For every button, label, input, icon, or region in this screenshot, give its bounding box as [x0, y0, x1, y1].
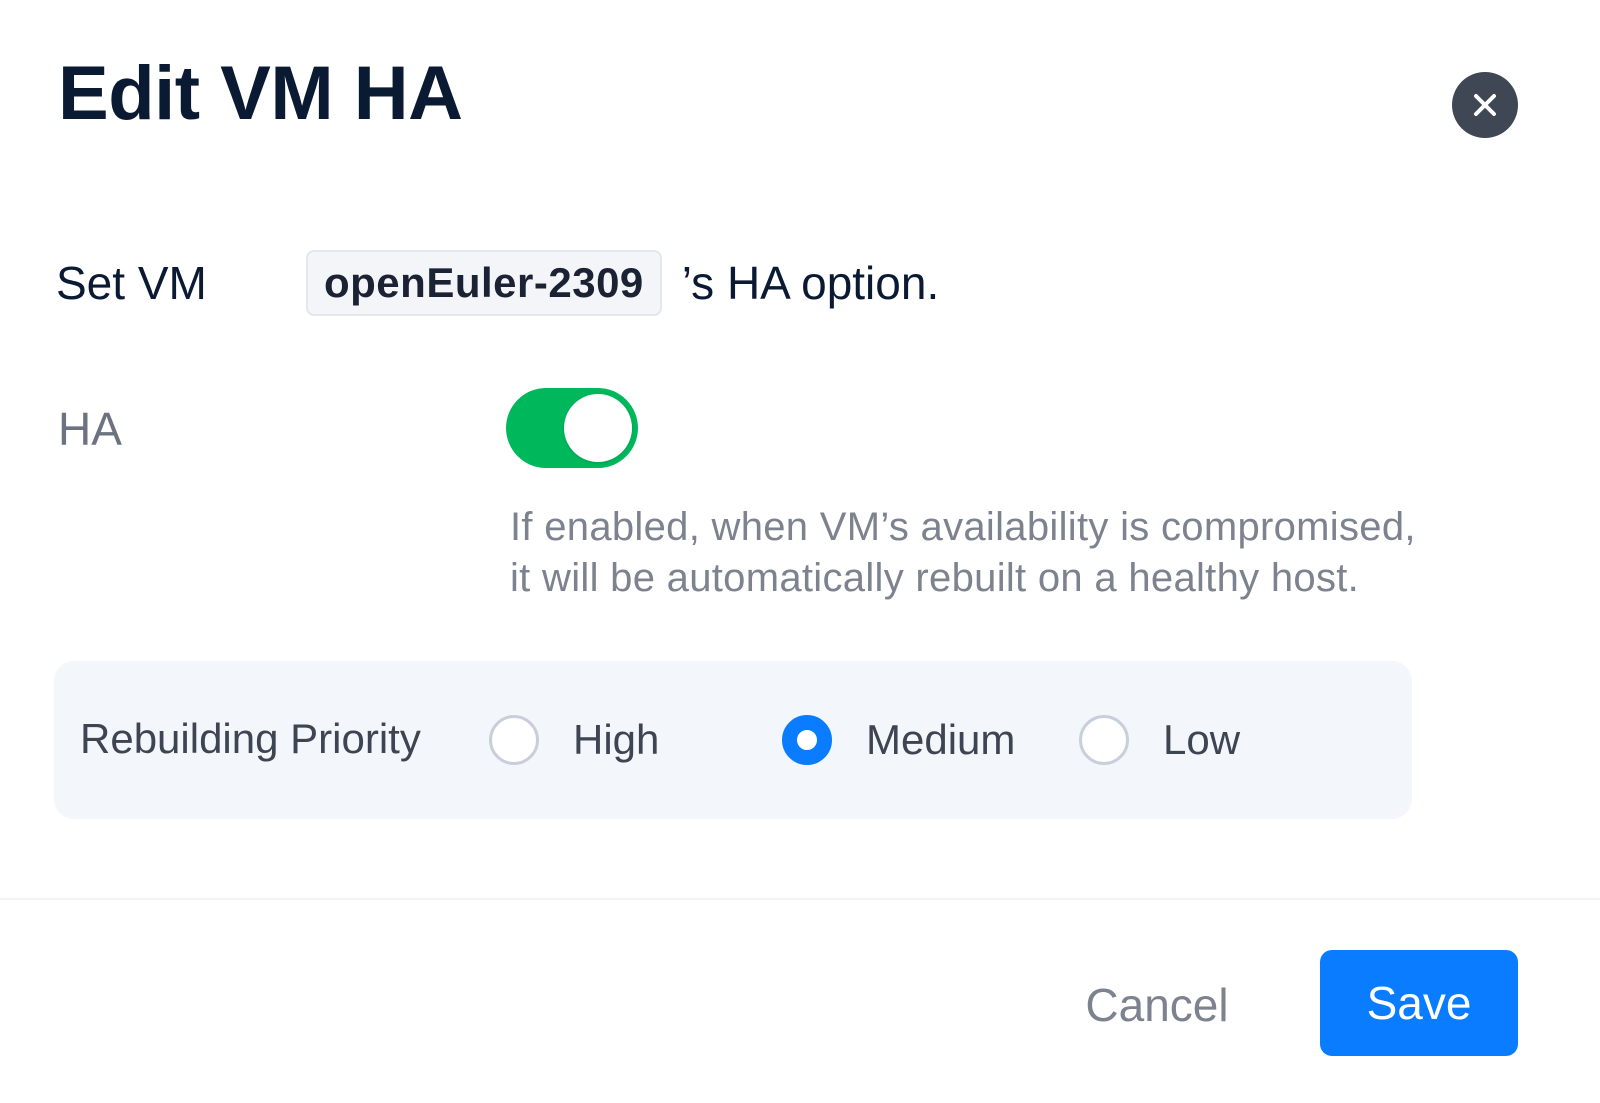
- dialog-title: Edit VM HA: [58, 51, 463, 136]
- set-vm-prefix: Set VM: [56, 257, 207, 309]
- ha-help-text: If enabled, when VM’s availability is co…: [510, 502, 1510, 604]
- ha-label: HA: [58, 403, 122, 455]
- priority-option-high[interactable]: High: [489, 713, 659, 767]
- ha-help-line-1: If enabled, when VM’s availability is co…: [510, 505, 1416, 549]
- rebuilding-priority-label: Rebuilding Priority: [80, 715, 421, 762]
- save-button[interactable]: Save: [1320, 950, 1518, 1056]
- edit-vm-ha-dialog: Edit VM HA Set VM openEuler-2309 ’s HA o…: [0, 0, 1600, 1103]
- set-vm-suffix: ’s HA option.: [681, 257, 940, 309]
- priority-option-low-label: Low: [1163, 716, 1241, 763]
- footer-divider: [0, 898, 1600, 900]
- close-button[interactable]: [1452, 72, 1518, 138]
- radio-low[interactable]: [1079, 715, 1129, 765]
- radio-medium[interactable]: [782, 715, 832, 765]
- priority-option-low[interactable]: Low: [1079, 713, 1240, 767]
- rebuilding-priority-panel: Rebuilding Priority High Medium Low: [54, 661, 1412, 819]
- ha-toggle[interactable]: [506, 388, 638, 468]
- vm-name-tag: openEuler-2309: [306, 250, 662, 316]
- radio-high[interactable]: [489, 715, 539, 765]
- cancel-button[interactable]: Cancel: [1062, 970, 1252, 1040]
- priority-option-high-label: High: [573, 716, 660, 763]
- close-icon: [1472, 92, 1498, 118]
- priority-option-medium[interactable]: Medium: [782, 713, 1015, 767]
- ha-help-line-2: it will be automatically rebuilt on a he…: [510, 556, 1360, 600]
- priority-option-medium-label: Medium: [866, 716, 1016, 763]
- toggle-knob: [564, 394, 632, 462]
- set-vm-line: Set VM openEuler-2309 ’s HA option.: [56, 250, 939, 316]
